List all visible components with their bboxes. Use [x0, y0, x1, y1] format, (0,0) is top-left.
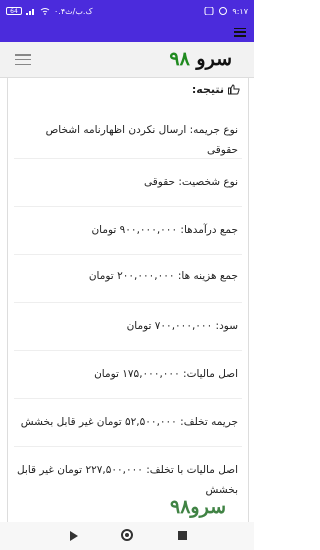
recent-apps-icon[interactable]: [178, 531, 187, 540]
divider: [14, 254, 242, 255]
result-heading: نتیجه:: [192, 83, 240, 96]
result-row-entity-type: نوع شخصیت: حقوقی: [144, 176, 238, 188]
signal-icon: [26, 9, 34, 15]
logo-text: سرو: [196, 48, 232, 70]
clock: ۹:۱۷: [232, 6, 248, 16]
status-left: 64 ۰.۴ک.ب/ث: [6, 7, 93, 16]
wifi-icon: [40, 8, 50, 15]
battery-icon: 64: [6, 7, 22, 15]
site-logo[interactable]: سرو ۹۸: [169, 48, 232, 70]
logo-number: ۹۸: [169, 48, 190, 70]
watermark-logo: سرو۹۸: [170, 496, 227, 518]
divider: [14, 158, 242, 159]
status-bar: 64 ۰.۴ک.ب/ث ۹:۱۷: [0, 0, 254, 22]
divider: [14, 302, 242, 303]
menu-icon[interactable]: [234, 27, 246, 37]
divider: [14, 446, 242, 447]
home-icon[interactable]: [121, 529, 133, 541]
result-row-violation-penalty: جریمه تخلف: ۵۲,۵۰۰,۰۰۰ تومان غیر قابل بخ…: [20, 416, 238, 428]
site-header: سرو ۹۸: [0, 42, 254, 78]
divider: [14, 350, 242, 351]
result-row-profit: سود: ۷۰۰,۰۰۰,۰۰۰ تومان: [126, 320, 238, 332]
gallery-icon: [219, 7, 228, 15]
result-row-total-income: جمع درآمدها: ۹۰۰,۰۰۰,۰۰۰ تومان: [91, 224, 238, 236]
net-speed: ۰.۴ک.ب/ث: [54, 6, 93, 16]
result-card: نتیجه: نوع جریمه: ارسال نکردن اظهارنامه …: [7, 78, 249, 523]
result-row-penalty-type: نوع جریمه: ارسال نکردن اظهارنامه اشخاص ح…: [45, 124, 238, 156]
app-notification-icon: [204, 7, 214, 15]
result-heading-text: نتیجه:: [191, 83, 224, 96]
result-row-base-tax: اصل مالیات: ۱۷۵,۰۰۰,۰۰۰ تومان: [94, 368, 238, 380]
back-icon[interactable]: [70, 531, 78, 541]
divider: [14, 206, 242, 207]
app-top-bar: [0, 22, 254, 42]
result-row-total-costs: جمع هزینه ها: ۲۰۰,۰۰۰,۰۰۰ تومان: [88, 270, 238, 282]
system-nav-bar: [0, 522, 254, 550]
hand-point-icon: [228, 84, 240, 95]
hamburger-menu-button[interactable]: [15, 54, 31, 65]
status-right: ۹:۱۷: [204, 7, 248, 16]
result-row-tax-with-penalty: اصل مالیات با تخلف: ۲۲۷,۵۰۰,۰۰۰ تومان غی…: [16, 464, 238, 496]
divider: [14, 398, 242, 399]
